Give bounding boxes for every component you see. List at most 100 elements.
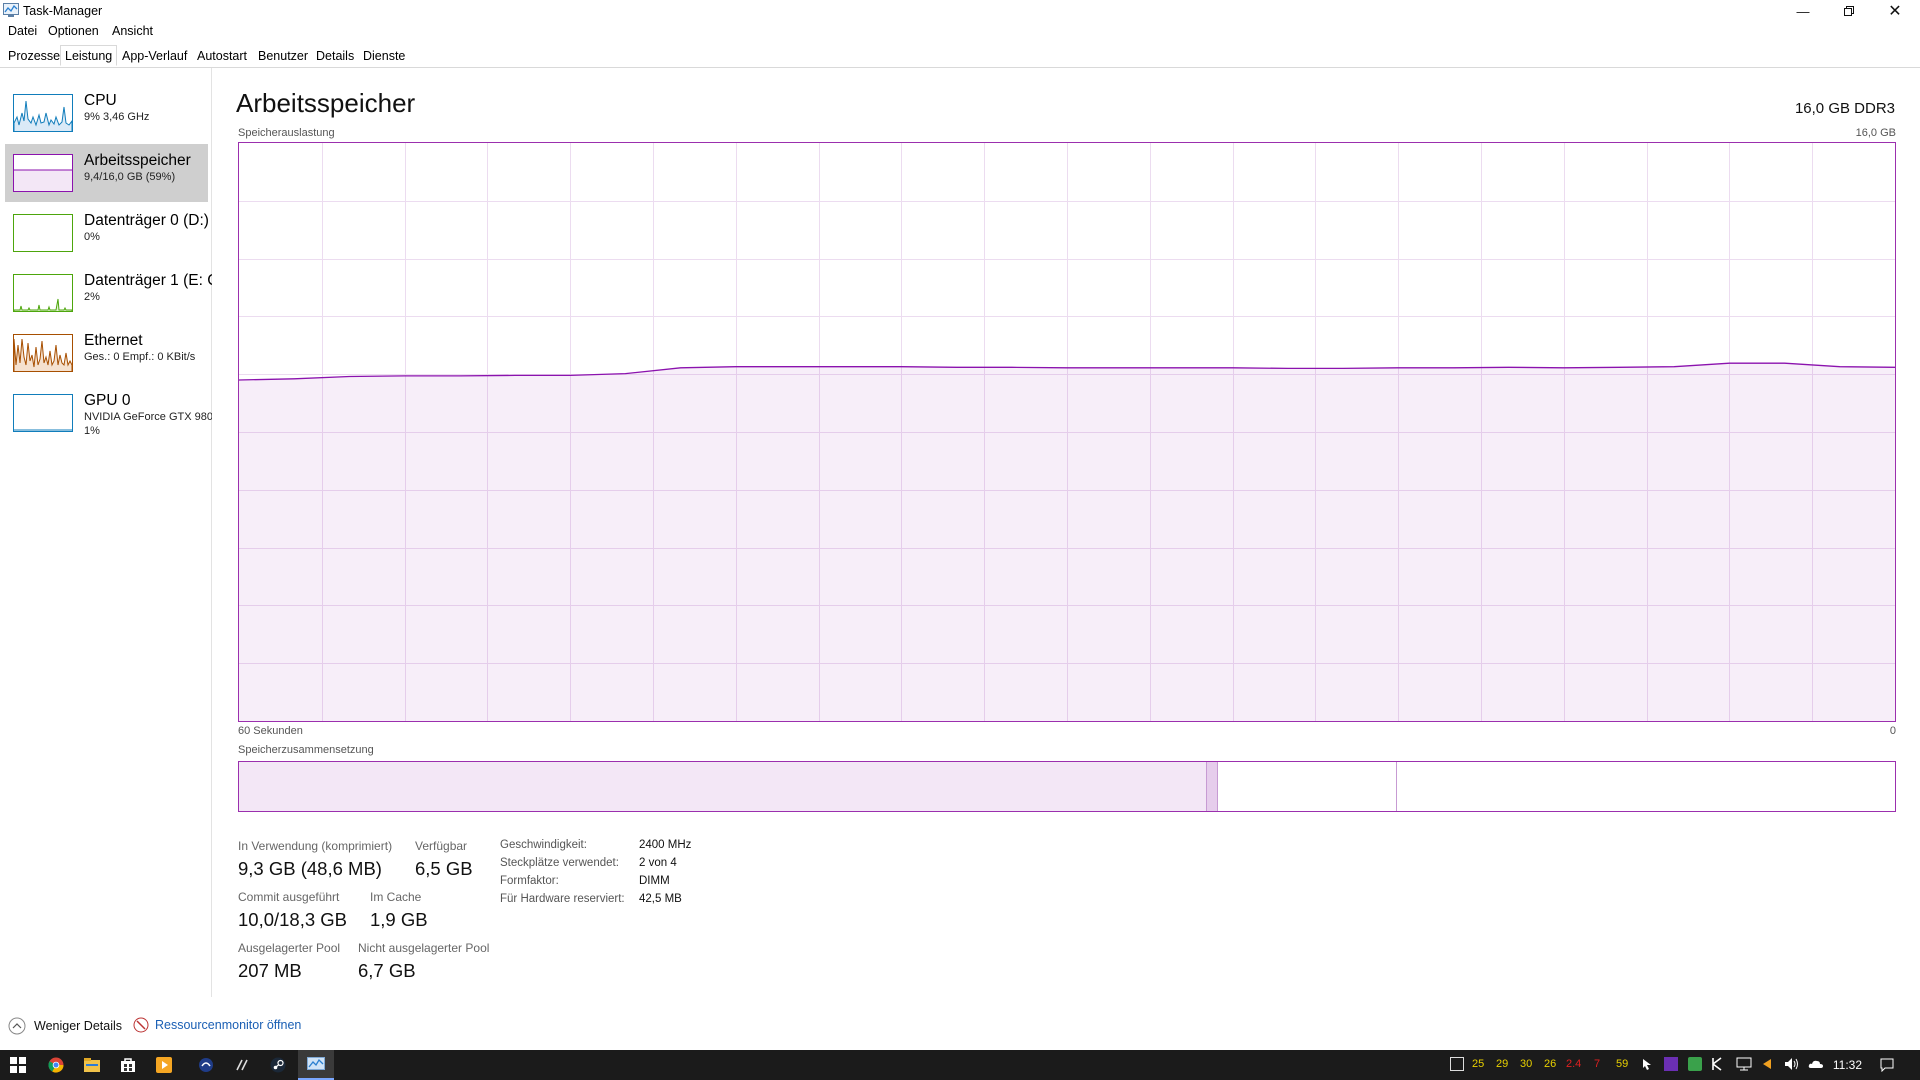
taskbar-task-manager[interactable] — [298, 1050, 334, 1080]
tray-app-purple-icon[interactable] — [1664, 1057, 1678, 1071]
k-icon[interactable] — [1710, 1057, 1724, 1071]
sidebar-item-title: Ethernet — [84, 332, 143, 349]
taskbar: 25 29 30 26 2.4 7 59 11:32 — [0, 1050, 1920, 1080]
paged-pool-value: 207 MB — [238, 960, 302, 981]
tab-services[interactable]: Dienste — [359, 47, 409, 66]
graph-zero-label: 0 — [1889, 725, 1896, 737]
ethernet-thumbnail — [13, 334, 73, 372]
tab-performance[interactable]: Leistung — [60, 45, 118, 66]
volume-icon[interactable] — [1784, 1057, 1798, 1071]
speed-label: Geschwindigkeit: — [500, 839, 587, 851]
tray-readout[interactable]: 59 — [1616, 1058, 1628, 1070]
media-player-icon — [156, 1057, 172, 1073]
graph-label: Speicherauslastung — [238, 127, 335, 139]
available-label: Verfügbar — [415, 839, 468, 853]
minimize-icon: — — [1796, 3, 1810, 19]
memory-spec: 16,0 GB DDR3 — [1794, 100, 1895, 117]
menu-view[interactable]: Ansicht — [112, 24, 153, 38]
start-button[interactable] — [0, 1050, 36, 1080]
slots-value: 2 von 4 — [639, 857, 677, 869]
taskbar-file-explorer[interactable] — [74, 1050, 110, 1080]
task-manager-icon — [3, 3, 19, 17]
network-icon[interactable] — [1736, 1057, 1752, 1071]
graph-time-label: 60 Sekunden — [238, 725, 303, 737]
close-button[interactable]: ✕ — [1872, 0, 1918, 22]
sidebar-item-subtitle: 9% 3,46 GHz — [84, 111, 150, 123]
gpu-thumbnail — [13, 394, 73, 432]
tray-readout[interactable]: 30 — [1520, 1058, 1532, 1070]
sidebar-item-title: Datenträger 0 (D:) — [84, 212, 209, 229]
tab-app-history[interactable]: App-Verlauf — [118, 47, 191, 66]
taskbar-chrome[interactable] — [38, 1050, 74, 1080]
sidebar-item-title: CPU — [84, 92, 117, 109]
clock[interactable]: 11:32 — [1833, 1058, 1862, 1072]
taskbar-store[interactable] — [110, 1050, 146, 1080]
tab-startup[interactable]: Autostart — [193, 47, 251, 66]
task-manager-icon — [307, 1056, 325, 1070]
tab-details[interactable]: Details — [312, 47, 358, 66]
disk-1-thumbnail — [13, 274, 73, 312]
minimize-button[interactable]: — — [1780, 0, 1826, 22]
composition-modified-segment[interactable] — [1206, 762, 1218, 811]
sidebar-item-gpu[interactable]: GPU 0 NVIDIA GeForce GTX 980 1% — [5, 384, 212, 442]
tray-readout[interactable]: 26 — [1544, 1058, 1556, 1070]
memory-usage-area — [239, 363, 1895, 721]
sidebar-item-disk-0[interactable]: Datenträger 0 (D:) 0% — [5, 204, 209, 262]
tray-readout[interactable]: 2.4 — [1566, 1058, 1581, 1070]
reserved-value: 42,5 MB — [639, 893, 682, 905]
store-icon — [121, 1058, 135, 1072]
taskbar-media-player[interactable] — [146, 1050, 182, 1080]
windows-icon — [10, 1057, 26, 1073]
sidebar-item-cpu[interactable]: CPU 9% 3,46 GHz — [5, 84, 208, 142]
cpu-thumbnail — [13, 94, 73, 132]
form-factor-label: Formfaktor: — [500, 875, 559, 887]
composition-in-use-segment[interactable] — [239, 762, 1206, 811]
app-icon — [199, 1058, 213, 1072]
sidebar-item-subtitle-2: 1% — [84, 425, 100, 437]
taskbar-steam[interactable] — [260, 1050, 296, 1080]
restore-icon — [1844, 6, 1854, 16]
slots-label: Steckplätze verwendet: — [500, 857, 619, 869]
menu-options[interactable]: Optionen — [48, 24, 99, 38]
pointer-icon[interactable] — [1641, 1057, 1655, 1071]
taskbar-app-slash[interactable] — [224, 1050, 260, 1080]
sidebar-item-subtitle: 9,4/16,0 GB (59%) — [84, 171, 176, 183]
taskbar-app-blue[interactable] — [188, 1050, 224, 1080]
menu-file[interactable]: Datei — [8, 24, 37, 38]
form-factor-value: DIMM — [639, 875, 670, 887]
show-desktop-icon[interactable] — [1450, 1057, 1464, 1071]
composition-standby-segment[interactable] — [1218, 762, 1397, 811]
memory-thumbnail — [13, 154, 73, 192]
tray-readout[interactable]: 29 — [1496, 1058, 1508, 1070]
cached-value: 1,9 GB — [370, 909, 428, 930]
composition-free-segment[interactable] — [1397, 762, 1895, 811]
sidebar-item-disk-1[interactable]: Datenträger 1 (E: C 2% — [5, 264, 212, 322]
tab-users[interactable]: Benutzer — [254, 47, 312, 66]
notifications-icon[interactable] — [1880, 1058, 1894, 1073]
restore-button[interactable] — [1826, 0, 1872, 22]
cached-label: Im Cache — [370, 890, 422, 904]
sidebar-item-subtitle: Ges.: 0 Empf.: 0 KBit/s — [84, 351, 196, 363]
sidebar-item-ethernet[interactable]: Ethernet Ges.: 0 Empf.: 0 KBit/s — [5, 324, 208, 382]
memory-usage-graph — [238, 142, 1896, 722]
app-icon — [236, 1059, 248, 1071]
fewer-details-button[interactable]: Weniger Details — [8, 1017, 122, 1035]
tab-processes[interactable]: Prozesse — [4, 47, 64, 66]
nvidia-icon[interactable] — [1688, 1057, 1702, 1071]
sidebar-item-subtitle: NVIDIA GeForce GTX 980 — [84, 411, 212, 423]
sidebar-item-memory[interactable]: Arbeitsspeicher 9,4/16,0 GB (59%) — [5, 144, 208, 202]
arrow-left-icon[interactable] — [1760, 1057, 1774, 1071]
committed-value: 10,0/18,3 GB — [238, 909, 348, 930]
memory-usage-graph-svg — [238, 143, 1896, 721]
resource-monitor-link[interactable]: Ressourcenmonitor öffnen — [133, 1017, 301, 1033]
onedrive-icon[interactable] — [1808, 1057, 1823, 1071]
tray-readout[interactable]: 7 — [1594, 1058, 1600, 1070]
folder-icon — [84, 1058, 100, 1072]
tray-readout[interactable]: 25 — [1472, 1058, 1484, 1070]
fewer-details-label: Weniger Details — [34, 1019, 123, 1033]
disk-0-thumbnail — [13, 214, 73, 252]
reserved-label: Für Hardware reserviert: — [500, 893, 625, 905]
graph-max-label: 16,0 GB — [1855, 127, 1896, 139]
title-bar: Task-Manager — ✕ — [0, 0, 1920, 22]
sidebar-item-title: GPU 0 — [84, 392, 131, 409]
